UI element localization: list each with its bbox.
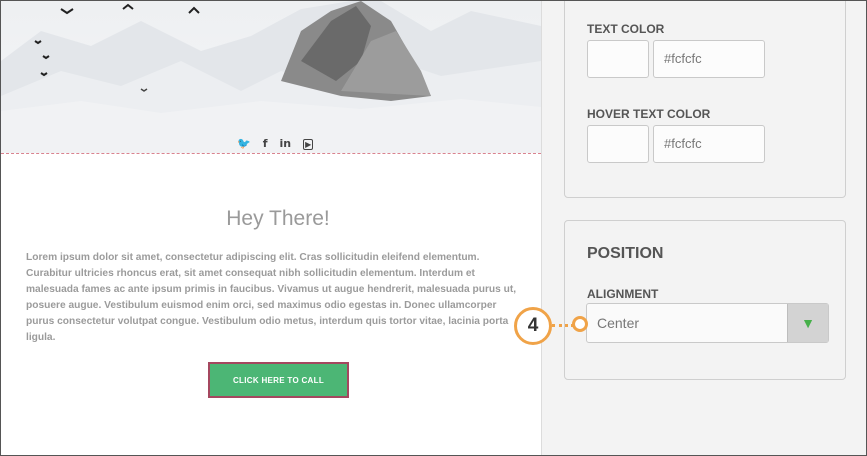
text-color-label: TEXT COLOR bbox=[587, 22, 665, 36]
position-settings-card: POSITION ALIGNMENT bbox=[564, 220, 846, 380]
editor-frame: 🐦 f in ▶ Hey There! Lorem ipsum dolor si… bbox=[0, 0, 867, 456]
linkedin-icon[interactable]: in bbox=[280, 137, 292, 151]
hover-text-color-label: HOVER TEXT COLOR bbox=[587, 107, 711, 121]
callout-target-dot bbox=[572, 316, 588, 332]
chevron-down-icon[interactable]: ▼ bbox=[787, 304, 828, 342]
alignment-value: Center bbox=[597, 315, 640, 331]
facebook-icon[interactable]: f bbox=[263, 137, 268, 151]
alignment-label: ALIGNMENT bbox=[587, 287, 659, 301]
email-preview: 🐦 f in ▶ Hey There! Lorem ipsum dolor si… bbox=[1, 1, 541, 455]
section-divider bbox=[1, 153, 541, 154]
callout-number-badge: 4 bbox=[514, 307, 552, 345]
text-color-input[interactable]: #fcfcfc bbox=[653, 40, 765, 78]
callout-connector bbox=[552, 324, 574, 327]
mountain-scene bbox=[1, 1, 541, 153]
settings-panel: TEXT COLOR #fcfcfc HOVER TEXT COLOR #fcf… bbox=[541, 1, 866, 455]
alignment-select[interactable]: Center ▼ bbox=[586, 303, 829, 343]
click-to-call-button[interactable]: CLICK HERE TO CALL bbox=[208, 362, 349, 398]
text-color-swatch[interactable] bbox=[587, 40, 649, 78]
hero-image: 🐦 f in ▶ bbox=[1, 1, 541, 153]
color-settings-card: TEXT COLOR #fcfcfc HOVER TEXT COLOR #fcf… bbox=[564, 1, 846, 198]
social-links: 🐦 f in ▶ bbox=[237, 137, 314, 151]
hover-text-color-swatch[interactable] bbox=[587, 125, 649, 163]
youtube-icon[interactable]: ▶ bbox=[303, 138, 314, 150]
hover-text-color-input[interactable]: #fcfcfc bbox=[653, 125, 765, 163]
position-title: POSITION bbox=[587, 245, 664, 262]
twitter-icon[interactable]: 🐦 bbox=[237, 137, 251, 151]
email-body-text: Lorem ipsum dolor sit amet, consectetur … bbox=[26, 252, 517, 344]
email-heading: Hey There! bbox=[226, 207, 330, 230]
